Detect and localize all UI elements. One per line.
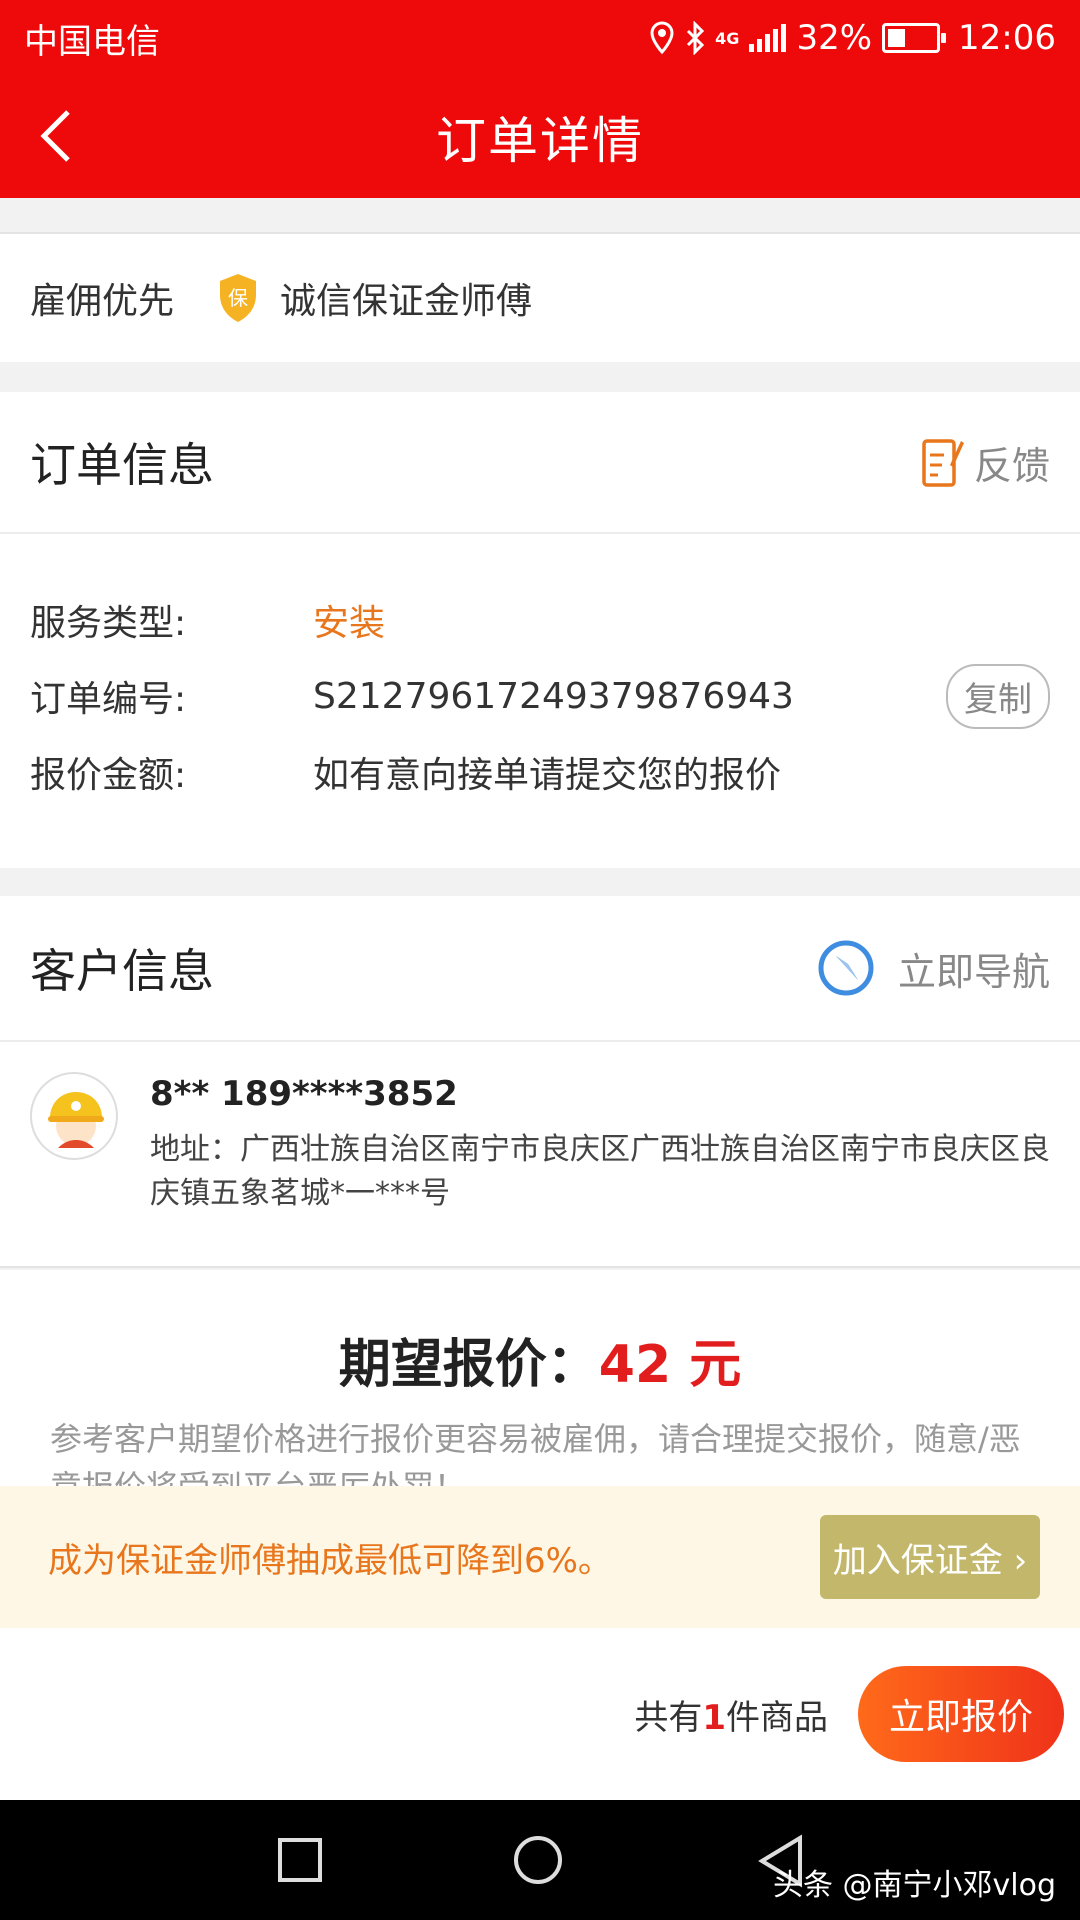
feedback-button[interactable]: 反馈 (920, 435, 1050, 490)
customer-card: 8** 189****3852 地址：广西壮族自治区南宁市良庆区广西壮族自治区南… (0, 1042, 1080, 1268)
svg-text:保: 保 (228, 286, 248, 310)
home-button[interactable] (512, 1834, 564, 1886)
customer-name-phone: 8** 189****3852 (150, 1074, 458, 1114)
quote-amount-value: 如有意向接单请提交您的报价 (313, 755, 782, 796)
order-number-value: S21279617249379876943 (313, 675, 794, 717)
expected-price-section: 期望报价：42 元 参考客户期望价格进行报价更容易被雇佣，请合理提交报价，随意/… (0, 1270, 1080, 1486)
guarantee-shield-icon: 保 (216, 272, 260, 324)
bluetooth-icon (685, 21, 705, 55)
back-button[interactable] (26, 106, 86, 166)
priority-label: 雇佣优先 (30, 281, 175, 322)
location-icon (649, 21, 675, 55)
customer-info-header: 客户信息 立即导航 (0, 896, 1080, 1042)
navigate-label: 立即导航 (897, 949, 1050, 994)
navigate-button[interactable]: 立即导航 (816, 938, 1050, 998)
clock: 12:06 (958, 18, 1056, 58)
guarantee-text: 诚信保证金师傅 (280, 281, 533, 322)
avatar (30, 1072, 118, 1160)
quote-amount-label: 报价金额: (30, 755, 187, 796)
expected-price-value: 42 元 (598, 1335, 742, 1395)
customer-info-title: 客户信息 (30, 944, 214, 998)
feedback-label: 反馈 (973, 443, 1050, 488)
order-number-row: 订单编号: S21279617249379876943 复制 (30, 658, 1050, 734)
service-type-row: 服务类型: 安装 (30, 582, 1050, 658)
expected-price-label: 期望报价： (338, 1335, 599, 1395)
join-guarantee-button[interactable]: 加入保证金 › (820, 1515, 1040, 1599)
item-count-number: 1 (702, 1697, 726, 1738)
promo-text: 成为保证金师傅抽成最低可降到6%。 (48, 1540, 612, 1581)
item-count: 共有1件商品 (634, 1690, 828, 1739)
chevron-left-icon (40, 110, 70, 162)
circle-icon (514, 1836, 562, 1884)
carrier-name: 中国电信 (24, 21, 160, 62)
item-count-suffix: 件商品 (726, 1697, 828, 1738)
item-count-prefix: 共有 (634, 1697, 703, 1738)
status-bar: 中国电信 4G 32% 12:06 (0, 0, 1080, 76)
service-type-value: 安装 (313, 603, 386, 644)
copy-button[interactable]: 复制 (946, 663, 1050, 729)
recents-button[interactable] (276, 1836, 324, 1884)
order-info-title: 订单信息 (30, 438, 214, 492)
network-type: 4G (715, 28, 740, 48)
bottom-action-bar: 共有1件商品 立即报价 (0, 1628, 1080, 1800)
service-type-label: 服务类型: (30, 603, 187, 644)
expected-price-hint: 参考客户期望价格进行报价更容易被雇佣，请合理提交报价，随意/恶意报价将受到平台严… (50, 1420, 1021, 1486)
battery-icon (882, 23, 947, 53)
quote-amount-row: 报价金额: 如有意向接单请提交您的报价 (30, 734, 1050, 810)
order-info-header: 订单信息 反馈 (0, 392, 1080, 534)
submit-quote-button[interactable]: 立即报价 (858, 1666, 1064, 1762)
order-info-body: 服务类型: 安装 订单编号: S21279617249379876943 复制 … (0, 534, 1080, 868)
expected-price-line: 期望报价：42 元 (0, 1322, 1080, 1397)
priority-banner: 雇佣优先 保 诚信保证金师傅 (0, 232, 1080, 362)
feedback-icon (922, 439, 964, 487)
watermark: 头条 @南宁小邓vlog (772, 1868, 1056, 1903)
customer-address: 地址：广西壮族自治区南宁市良庆区广西壮族自治区南宁市良庆区良庆镇五象茗城*一**… (150, 1132, 1050, 1211)
worker-helmet-icon (48, 1092, 104, 1148)
guarantee-promo-bar: 成为保证金师傅抽成最低可降到6%。 加入保证金 › (0, 1486, 1080, 1628)
signal-icon (749, 24, 787, 52)
status-icons: 4G 32% 12:06 (649, 18, 1056, 58)
square-icon (278, 1838, 322, 1882)
compass-icon (818, 940, 874, 996)
battery-percent: 32% (796, 18, 873, 58)
page-title: 订单详情 (436, 112, 644, 170)
header-bar: 订单详情 (0, 76, 1080, 198)
customer-details: 8** 189****3852 地址：广西壮族自治区南宁市良庆区广西壮族自治区南… (150, 1072, 1050, 1266)
order-number-label: 订单编号: (30, 679, 187, 720)
